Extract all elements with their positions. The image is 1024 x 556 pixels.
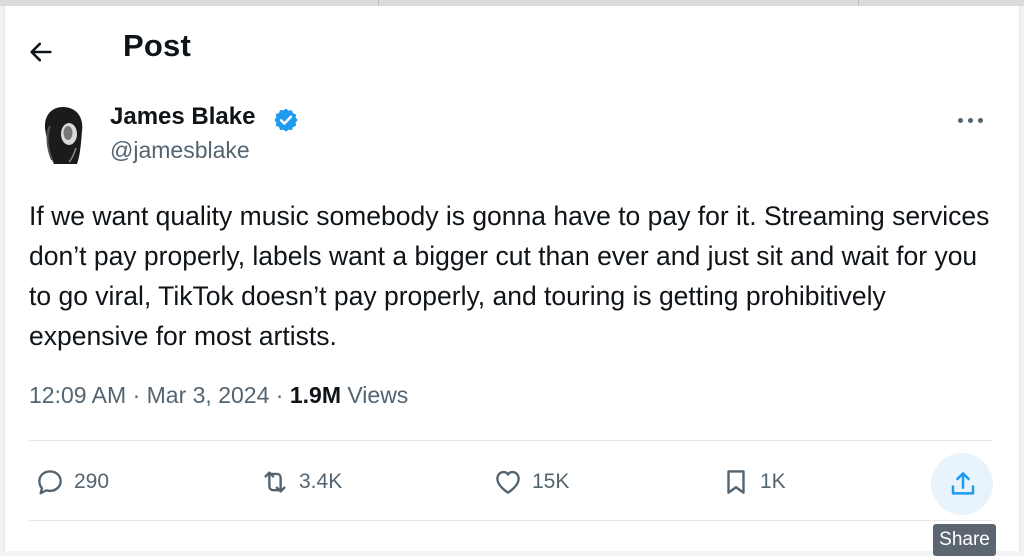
meta-separator: · — [275, 382, 284, 408]
tweet-meta: 12:09 AM · Mar 3, 2024 · 1.9M Views — [29, 382, 408, 409]
repost-count: 3.4K — [299, 470, 343, 493]
share-icon — [951, 472, 975, 495]
tweet-time[interactable]: 12:09 AM — [29, 382, 126, 408]
back-arrow-icon — [30, 42, 52, 62]
post-card: Post James Blake @jamesblake If we want … — [4, 6, 1020, 556]
meta-separator: · — [132, 382, 141, 408]
like-button[interactable]: 15K — [493, 466, 569, 498]
like-count: 15K — [532, 470, 570, 493]
bookmark-button[interactable]: 1K — [721, 466, 786, 498]
share-tooltip: Share — [933, 524, 996, 556]
views-label: Views — [347, 382, 409, 408]
bookmark-count: 1K — [760, 470, 786, 493]
reply-button[interactable]: 290 — [35, 466, 109, 498]
like-icon — [496, 470, 520, 494]
views-count: 1.9M — [289, 382, 341, 408]
divider — [29, 440, 992, 441]
post-header: Post — [5, 6, 1019, 96]
more-options-button[interactable] — [955, 106, 987, 134]
author-handle[interactable]: @jamesblake — [110, 137, 250, 164]
action-bar: 290 3.4K 15K 1K — [5, 454, 1019, 514]
tweet-date[interactable]: Mar 3, 2024 — [147, 382, 270, 408]
author-name[interactable]: James Blake — [110, 103, 255, 131]
back-button[interactable] — [27, 36, 67, 68]
repost-button[interactable]: 3.4K — [260, 466, 342, 498]
reply-icon — [38, 470, 62, 495]
reply-count: 290 — [74, 470, 110, 493]
tweet-text: If we want quality music somebody is gon… — [29, 201, 990, 351]
divider — [29, 520, 992, 521]
repost-icon — [264, 471, 286, 493]
avatar[interactable] — [36, 104, 90, 168]
share-button[interactable] — [931, 453, 993, 515]
verified-badge-icon — [274, 108, 298, 132]
page-title: Post — [123, 28, 191, 63]
bookmark-icon — [727, 470, 745, 494]
